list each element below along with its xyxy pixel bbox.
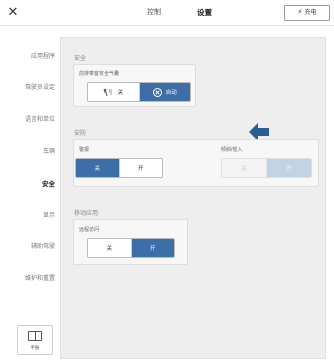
airbag-off-icon (103, 88, 113, 97)
alarm-option-off[interactable]: 关 (76, 159, 119, 177)
manual-label: 手册 (30, 345, 40, 350)
tilt-intrusion-option-on: 开 (266, 159, 311, 177)
airbag-option-off[interactable]: 关 (88, 83, 139, 101)
sidebar-item-language-units[interactable]: 语言和单位 (25, 114, 55, 123)
sidebar-item-vehicle[interactable]: 车辆 (43, 146, 55, 155)
top-bar: ✕ 控制 设置 ⚡ 充电 (0, 0, 334, 26)
remote-access-option-off[interactable]: 关 (88, 239, 131, 257)
book-icon (28, 331, 42, 341)
settings-panel: 安全 前排乘客安全气囊 关 自动 安防 警报 关 开 倾斜/侵入 关 开 移动应… (60, 37, 326, 359)
remote-access-option-on[interactable]: 开 (130, 239, 174, 257)
tilt-intrusion-option-off: 关 (222, 159, 266, 177)
tab-control[interactable]: 控制 (147, 7, 161, 17)
charge-button[interactable]: ⚡ 充电 (284, 5, 330, 21)
tilt-intrusion-toggle: 关 开 (221, 158, 312, 178)
bolt-icon: ⚡ (297, 9, 303, 16)
remote-access-toggle[interactable]: 关 开 (87, 238, 175, 258)
airbag-option-off-label: 关 (117, 90, 123, 96)
passenger-airbag-card: 前排乘客安全气囊 关 自动 (73, 64, 196, 107)
passenger-airbag-label: 前排乘客安全气囊 (79, 71, 120, 77)
section-title-mobile-access: 移动应用 (74, 211, 99, 217)
charge-button-label: 充电 (304, 10, 317, 16)
sidebar: 应用程序 驾驶员设定 语言和单位 车辆 安全 显示 辅助驾驶 维护和重置 手册 (0, 26, 60, 363)
section-title-security: 安防 (74, 131, 87, 137)
alarm-label: 警报 (79, 147, 90, 153)
sidebar-item-apps[interactable]: 应用程序 (31, 51, 55, 60)
sidebar-item-driver-assist[interactable]: 辅助驾驶 (31, 241, 55, 250)
airbag-option-auto[interactable]: 自动 (138, 83, 190, 101)
security-card: 警报 关 开 倾斜/侵入 关 开 (73, 139, 319, 187)
sidebar-item-safety[interactable]: 安全 (42, 178, 55, 188)
section-title-safety: 安全 (74, 56, 87, 62)
alarm-option-on[interactable]: 开 (118, 159, 162, 177)
alarm-toggle[interactable]: 关 开 (75, 158, 163, 178)
passenger-airbag-toggle[interactable]: 关 自动 (87, 82, 191, 102)
remote-access-label: 远程访问 (79, 227, 100, 233)
sidebar-item-maintenance-reset[interactable]: 维护和重置 (25, 273, 55, 282)
airbag-option-auto-label: 自动 (165, 90, 177, 96)
manual-button[interactable]: 手册 (17, 325, 53, 355)
close-icon[interactable]: ✕ (5, 4, 21, 20)
remote-access-card: 远程访问 关 开 (73, 219, 188, 265)
airbag-auto-icon (152, 87, 162, 97)
sidebar-item-driver-settings[interactable]: 驾驶员设定 (25, 82, 55, 91)
tab-settings[interactable]: 设置 (197, 7, 212, 18)
tilt-intrusion-label: 倾斜/侵入 (221, 147, 243, 153)
sidebar-item-display[interactable]: 显示 (43, 210, 55, 219)
